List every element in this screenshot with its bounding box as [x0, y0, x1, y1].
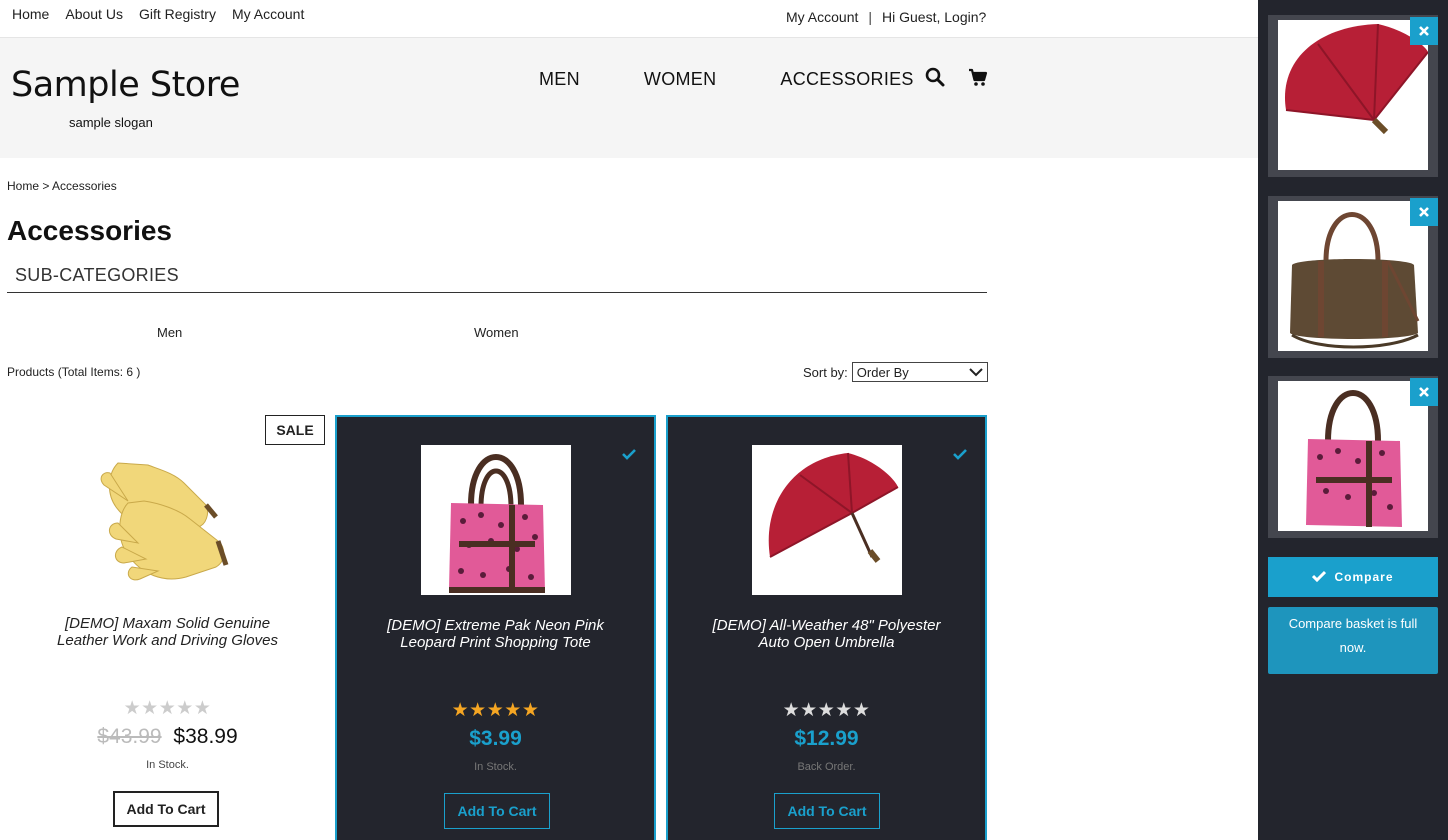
- star-icon: ★: [123, 698, 142, 719]
- subcategory-women[interactable]: Women: [474, 325, 519, 340]
- star-icon: ★: [141, 698, 159, 719]
- star-icon: ★: [782, 700, 801, 721]
- check-icon: [1312, 570, 1327, 585]
- star-icon: ★: [451, 700, 470, 721]
- price: $38.99: [173, 725, 238, 748]
- compare-image-brown-duffel-bag[interactable]: [1278, 201, 1428, 351]
- chevron-down-icon: [969, 365, 983, 380]
- breadcrumb-separator: >: [42, 179, 50, 193]
- star-icon: ★: [504, 700, 522, 721]
- price: $12.99: [794, 727, 859, 750]
- sort-label: Sort by:: [803, 364, 848, 380]
- top-nav-my-account[interactable]: My Account: [232, 6, 304, 22]
- product-name-line1: [DEMO] Maxam Solid Genuine: [64, 615, 271, 632]
- close-icon[interactable]: [1410, 198, 1438, 226]
- my-account-link[interactable]: My Account: [786, 9, 858, 25]
- sort-value: Order By: [856, 364, 909, 380]
- compare-image-pink-tote[interactable]: [1278, 381, 1428, 531]
- account-separator: |: [868, 9, 873, 25]
- compare-button[interactable]: Compare: [1268, 557, 1438, 597]
- top-nav-home[interactable]: Home: [12, 6, 49, 22]
- product-name[interactable]: [DEMO] All-Weather 48" Polyester Auto Op…: [686, 617, 967, 651]
- nav-men[interactable]: MEN: [539, 69, 580, 90]
- products-count: Products (Total Items: 6 ): [7, 365, 140, 379]
- site-header: Sample Store sample slogan MEN WOMEN ACC…: [0, 38, 1258, 158]
- sort-by: Sort by: Order By: [803, 362, 988, 382]
- star-icon: ★: [800, 700, 818, 721]
- top-nav-gift-registry[interactable]: Gift Registry: [139, 6, 216, 22]
- compare-full-message: Compare basket is full now.: [1268, 607, 1438, 674]
- product-name-line1: [DEMO] All-Weather 48" Polyester: [712, 617, 941, 634]
- star-icon: ★: [158, 698, 177, 719]
- compare-image-red-umbrella[interactable]: [1278, 20, 1429, 170]
- star-icon: ★: [176, 698, 194, 719]
- sale-badge: SALE: [265, 415, 325, 445]
- old-price: $43.99: [97, 725, 162, 748]
- breadcrumb-current[interactable]: Accessories: [52, 179, 117, 193]
- store-slogan: sample slogan: [69, 115, 153, 130]
- product-image-red-umbrella[interactable]: [752, 445, 902, 595]
- product-name-line2: Leopard Print Shopping Tote: [400, 634, 591, 651]
- page-title: Accessories: [7, 215, 173, 246]
- compare-sidebar: Compare Compare basket is full now.: [1258, 0, 1448, 840]
- product-card: [DEMO] Maxam Solid Genuine Leather Work …: [7, 415, 328, 840]
- add-to-cart-button[interactable]: Add To Cart: [444, 793, 550, 829]
- rating-stars: ★★★★★: [7, 697, 328, 720]
- product-name-line2: Auto Open Umbrella: [758, 634, 895, 651]
- top-nav-about-us[interactable]: About Us: [65, 6, 123, 22]
- breadcrumb: Home > Accessories: [7, 179, 117, 193]
- product-name[interactable]: [DEMO] Maxam Solid Genuine Leather Work …: [27, 615, 308, 649]
- product-card-selected: [DEMO] All-Weather 48" Polyester Auto Op…: [666, 415, 987, 840]
- top-bar: Home About Us Gift Registry My Account M…: [0, 0, 1258, 38]
- star-icon: ★: [469, 700, 487, 721]
- nav-accessories[interactable]: ACCESSORIES: [780, 69, 913, 90]
- stock-status: In Stock.: [474, 761, 517, 773]
- star-icon: ★: [521, 700, 540, 721]
- top-nav: Home About Us Gift Registry My Account: [12, 6, 304, 22]
- rating-stars: ★★★★★: [337, 699, 654, 722]
- compare-item: [1268, 376, 1438, 538]
- search-icon[interactable]: [925, 67, 945, 87]
- login-link[interactable]: Hi Guest, Login?: [882, 9, 986, 25]
- star-icon: ★: [193, 698, 212, 719]
- price-row: $43.99 $38.99: [7, 725, 328, 749]
- main-nav: MEN WOMEN ACCESSORIES: [539, 69, 914, 90]
- product-image-pink-tote[interactable]: [421, 445, 571, 595]
- sort-select[interactable]: Order By: [851, 362, 988, 382]
- rating-stars: ★★★★★: [668, 699, 985, 722]
- breadcrumb-home[interactable]: Home: [7, 179, 39, 193]
- account-links: My Account | Hi Guest, Login?: [786, 9, 986, 25]
- compare-button-label: Compare: [1334, 570, 1394, 584]
- check-icon[interactable]: [622, 447, 636, 460]
- price-row: $12.99: [668, 727, 985, 751]
- product-name[interactable]: [DEMO] Extreme Pak Neon Pink Leopard Pri…: [355, 617, 636, 651]
- price: $3.99: [469, 727, 522, 750]
- stock-status: In Stock.: [146, 759, 189, 771]
- close-icon[interactable]: [1410, 378, 1438, 406]
- product-card-selected: [DEMO] Extreme Pak Neon Pink Leopard Pri…: [335, 415, 656, 840]
- add-to-cart-button[interactable]: Add To Cart: [113, 791, 219, 827]
- cart-icon[interactable]: [968, 67, 988, 87]
- add-to-cart-button[interactable]: Add To Cart: [774, 793, 880, 829]
- products-label: Products: [7, 365, 55, 379]
- nav-women[interactable]: WOMEN: [644, 69, 717, 90]
- star-icon: ★: [486, 700, 505, 721]
- stock-status: Back Order.: [797, 761, 856, 773]
- star-icon: ★: [852, 700, 871, 721]
- product-name-line2: Leather Work and Driving Gloves: [57, 632, 278, 649]
- check-icon[interactable]: [953, 447, 967, 460]
- subcategories-heading: SUB-CATEGORIES: [7, 265, 987, 293]
- product-image-gloves[interactable]: [88, 443, 238, 593]
- store-name[interactable]: Sample Store: [11, 65, 240, 105]
- compare-item: [1268, 15, 1438, 177]
- total-items: (Total Items: 6 ): [57, 365, 141, 379]
- product-name-line1: [DEMO] Extreme Pak Neon Pink: [387, 617, 604, 634]
- star-icon: ★: [817, 700, 836, 721]
- compare-item: [1268, 196, 1438, 358]
- close-icon[interactable]: [1410, 17, 1438, 45]
- star-icon: ★: [835, 700, 853, 721]
- subcategory-men[interactable]: Men: [157, 325, 182, 340]
- price-row: $3.99: [337, 727, 654, 751]
